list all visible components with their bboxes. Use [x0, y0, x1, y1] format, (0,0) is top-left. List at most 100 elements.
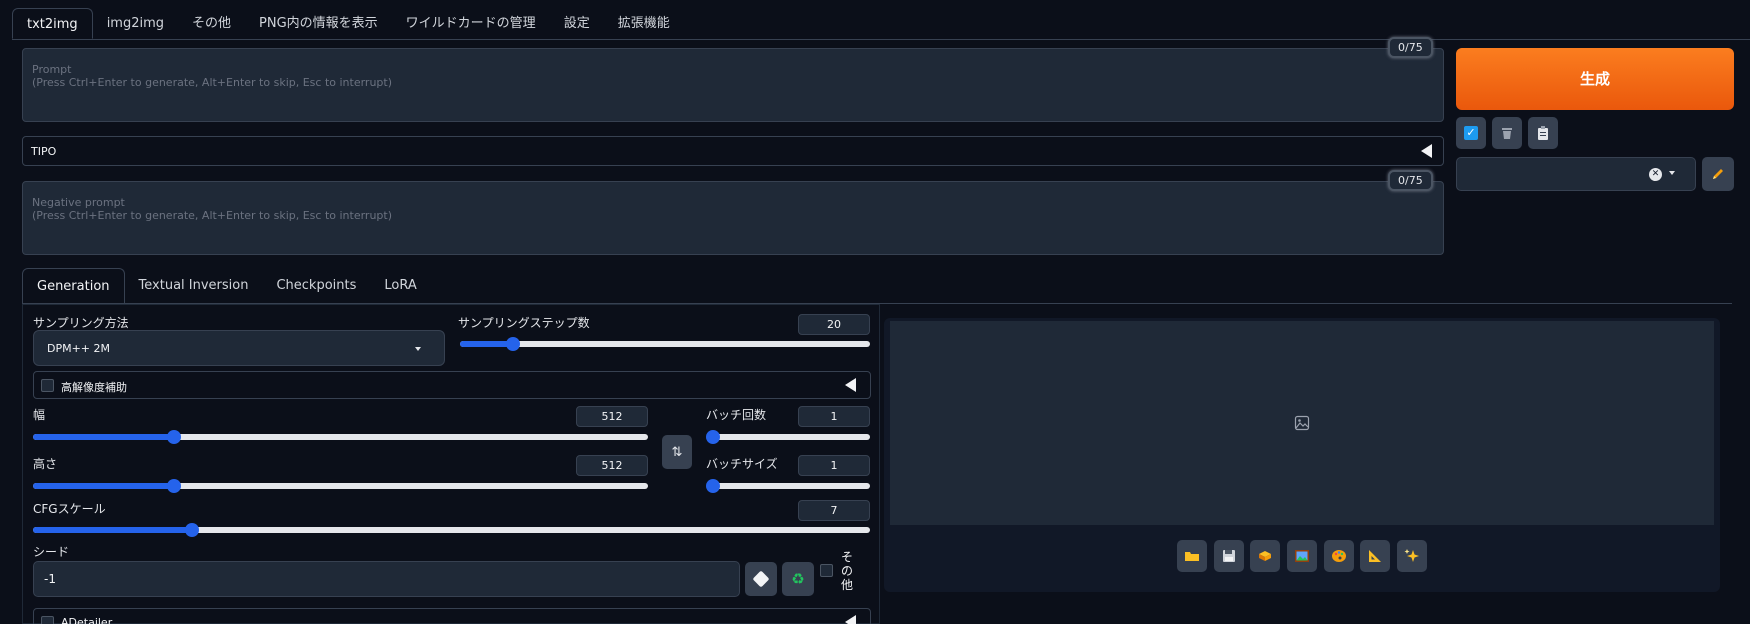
- tipo-label: TIPO: [31, 145, 57, 158]
- cfg-slider-thumb[interactable]: [185, 523, 200, 537]
- paste-button[interactable]: [1528, 117, 1558, 149]
- tab-png-info[interactable]: PNG内の情報を表示: [245, 8, 392, 39]
- tab-extras[interactable]: その他: [178, 8, 245, 39]
- extra-label-char-1: そ: [840, 550, 853, 564]
- check-icon: ✓: [1464, 126, 1478, 140]
- tipo-accordion[interactable]: TIPO: [22, 136, 1444, 166]
- seed-input[interactable]: -1: [33, 561, 740, 597]
- prompt-token-counter: 0/75: [1388, 37, 1433, 58]
- hires-fix-label: 高解像度補助: [61, 381, 127, 394]
- floppy-icon: [1223, 550, 1235, 562]
- pencil-icon: [1713, 169, 1723, 179]
- tab-textual-inversion[interactable]: Textual Inversion: [125, 268, 263, 304]
- tab-txt2img[interactable]: txt2img: [12, 8, 93, 39]
- generate-button[interactable]: 生成: [1456, 48, 1734, 110]
- steps-label: サンプリングステップ数: [458, 316, 590, 330]
- extra-seed-label: そ の 他: [840, 550, 854, 592]
- send-to-img2img-button[interactable]: [1287, 540, 1317, 572]
- batch-count-label: バッチ回数: [706, 408, 767, 422]
- sparkles-icon: [1404, 549, 1419, 562]
- batch-size-label: バッチサイズ: [706, 457, 778, 471]
- clear-icon[interactable]: ✕: [1649, 168, 1662, 181]
- folder-icon: [1185, 552, 1199, 561]
- batch-size-input[interactable]: 1: [798, 455, 870, 476]
- generation-tabs: Generation Textual Inversion Checkpoints…: [22, 268, 431, 304]
- random-seed-button[interactable]: [745, 562, 777, 596]
- styles-dropdown[interactable]: ✕: [1456, 157, 1696, 191]
- sampler-value: DPM++ 2M: [47, 342, 111, 355]
- tab-extensions[interactable]: 拡張機能: [604, 8, 684, 39]
- tab-lora[interactable]: LoRA: [370, 268, 430, 304]
- clear-prompt-button[interactable]: [1492, 117, 1522, 149]
- chevron-down-icon: [415, 347, 421, 351]
- send-to-extras-button[interactable]: [1360, 540, 1390, 572]
- batch-count-slider-thumb[interactable]: [706, 430, 720, 444]
- batch-size-slider[interactable]: [706, 479, 870, 493]
- save-button[interactable]: [1214, 540, 1244, 572]
- output-image-area[interactable]: [890, 321, 1714, 525]
- negative-prompt-input[interactable]: Negative prompt (Press Ctrl+Enter to gen…: [22, 181, 1444, 255]
- open-folder-button[interactable]: [1177, 540, 1207, 572]
- batch-count-slider[interactable]: [706, 430, 870, 444]
- tab-checkpoints[interactable]: Checkpoints: [262, 268, 370, 304]
- height-input[interactable]: 512: [576, 455, 648, 476]
- sampler-label: サンプリング方法: [33, 316, 129, 330]
- width-input[interactable]: 512: [576, 406, 648, 427]
- chevron-down-icon: [1669, 171, 1675, 175]
- tab-wildcards[interactable]: ワイルドカードの管理: [392, 8, 550, 39]
- palette-icon: [1332, 550, 1346, 562]
- image-placeholder-icon: [1294, 415, 1310, 431]
- adetailer-label: ADetailer: [61, 616, 113, 624]
- recycle-icon: ♻: [791, 570, 805, 588]
- cfg-input[interactable]: 7: [798, 500, 870, 521]
- checkbox-toggle-button[interactable]: ✓: [1456, 117, 1486, 149]
- dice-icon: [752, 570, 770, 588]
- picture-icon: [1295, 550, 1309, 562]
- zip-icon: [1259, 551, 1271, 561]
- main-tabs: txt2img img2img その他 PNG内の情報を表示 ワイルドカードの管…: [12, 8, 684, 40]
- triangle-ruler-icon: [1369, 550, 1381, 562]
- width-label: 幅: [33, 408, 46, 422]
- collapse-triangle-icon: [845, 378, 856, 392]
- tab-img2img[interactable]: img2img: [93, 8, 178, 39]
- upscale-button[interactable]: [1397, 540, 1427, 572]
- cfg-label: CFGスケール: [33, 502, 106, 516]
- edit-styles-button[interactable]: [1702, 157, 1734, 191]
- steps-slider[interactable]: [460, 337, 870, 351]
- tabs-divider: [12, 39, 1750, 40]
- prompt-input[interactable]: Prompt (Press Ctrl+Enter to generate, Al…: [22, 48, 1444, 122]
- batch-count-input[interactable]: 1: [798, 406, 870, 427]
- reuse-seed-button[interactable]: ♻: [782, 562, 814, 596]
- seed-label: シード: [33, 545, 70, 559]
- prompt-placeholder: Prompt (Press Ctrl+Enter to generate, Al…: [32, 63, 393, 89]
- width-slider[interactable]: [33, 430, 648, 444]
- tab-settings[interactable]: 設定: [550, 8, 604, 39]
- clipboard-icon: [1538, 126, 1548, 140]
- height-slider[interactable]: [33, 479, 648, 493]
- extra-label-char-2: の: [840, 564, 853, 578]
- extra-label-char-3: 他: [840, 578, 853, 592]
- batch-size-slider-thumb[interactable]: [706, 479, 720, 493]
- send-to-inpaint-button[interactable]: [1324, 540, 1354, 572]
- sampler-dropdown[interactable]: DPM++ 2M: [33, 330, 445, 366]
- height-label: 高さ: [33, 457, 58, 471]
- steps-slider-fill: [460, 341, 514, 347]
- trash-icon: [1502, 128, 1512, 139]
- swap-dimensions-button[interactable]: ⇅: [662, 435, 692, 469]
- adetailer-checkbox[interactable]: [41, 616, 54, 624]
- extra-seed-checkbox[interactable]: [820, 564, 833, 577]
- steps-input[interactable]: 20: [798, 314, 870, 335]
- negative-prompt-placeholder: Negative prompt (Press Ctrl+Enter to gen…: [32, 196, 393, 222]
- hires-fix-checkbox[interactable]: [41, 379, 54, 392]
- width-slider-fill: [33, 434, 175, 440]
- adetailer-accordion[interactable]: ADetailer: [33, 608, 871, 624]
- tab-generation[interactable]: Generation: [22, 268, 125, 304]
- collapse-triangle-icon: [1421, 144, 1432, 158]
- negative-token-counter: 0/75: [1388, 170, 1433, 191]
- collapse-triangle-icon: [845, 615, 856, 624]
- cfg-slider[interactable]: [33, 523, 870, 537]
- swap-icon: ⇅: [671, 444, 683, 460]
- cfg-slider-fill: [33, 527, 193, 533]
- hires-fix-accordion[interactable]: 高解像度補助: [33, 371, 871, 399]
- save-zip-button[interactable]: [1250, 540, 1280, 572]
